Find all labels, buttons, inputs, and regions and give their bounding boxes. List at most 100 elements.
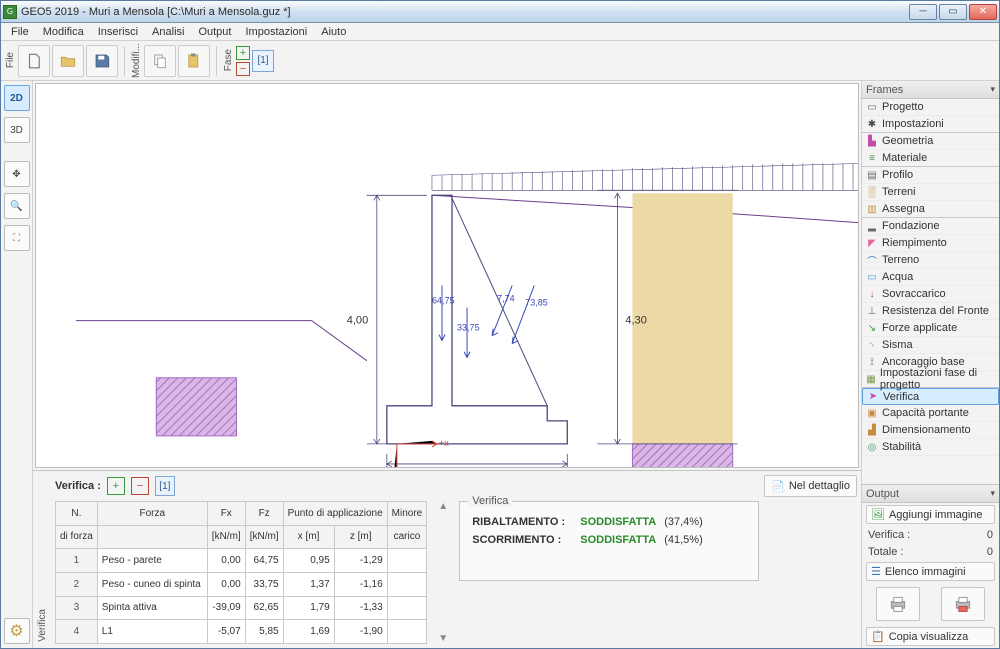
forces-table: N. Forza Fx Fz Punto di applicazione Min…: [55, 501, 427, 644]
modify-group-label: Modifi...: [131, 41, 142, 80]
frame-label: Forze applicate: [882, 322, 957, 334]
frames-header[interactable]: Frames▾: [862, 81, 999, 99]
frame-icon: ⌒: [866, 254, 878, 266]
phase-1-button[interactable]: [1]: [252, 50, 274, 72]
frame-item-sovraccarico[interactable]: ↓Sovraccarico: [862, 286, 999, 303]
frame-item-forze-applicate[interactable]: ↘Forze applicate: [862, 320, 999, 337]
frame-item-impostazioni[interactable]: ✱Impostazioni: [862, 116, 999, 133]
menu-impostazioni[interactable]: Impostazioni: [239, 25, 313, 39]
table-scroll-down[interactable]: ▼: [438, 633, 448, 644]
copy-view-button[interactable]: 📋Copia visualizza: [866, 627, 995, 646]
menu-inserisci[interactable]: Inserisci: [92, 25, 144, 39]
fit-button[interactable]: ⛶: [4, 225, 30, 251]
frame-icon: ▤: [866, 169, 878, 181]
menu-file[interactable]: File: [5, 25, 35, 39]
menu-aiuto[interactable]: Aiuto: [315, 25, 352, 39]
frame-item-assegna[interactable]: ▥ Assegna: [862, 201, 999, 218]
save-file-button[interactable]: [86, 45, 118, 77]
drawing-canvas[interactable]: 4,00 4,30 2,50 64,75 33,75 7,74 73,85: [35, 83, 859, 468]
verify-phase-1-button[interactable]: [1]: [155, 476, 175, 496]
verify-label: Verifica :: [55, 480, 101, 492]
frame-label: Resistenza del Fronte: [882, 305, 989, 317]
remove-phase-button[interactable]: −: [236, 62, 250, 76]
window-title: GEO5 2019 - Muri a Mensola [C:\Muri a Me…: [21, 6, 909, 18]
output-header[interactable]: Output▾: [862, 485, 999, 503]
frame-item-impostazioni-fase-di-progetto[interactable]: ▦Impostazioni fase di progetto: [862, 371, 999, 388]
frame-icon: ✱: [866, 118, 878, 130]
force-label-4: 73,85: [525, 298, 548, 308]
frame-icon: ▥: [866, 203, 878, 215]
add-image-button[interactable]: 🖼Aggiungi immagine: [866, 505, 995, 524]
print-button-1[interactable]: [876, 587, 920, 621]
zoom-button[interactable]: 🔍: [4, 193, 30, 219]
frame-label: Terreno: [882, 254, 919, 266]
menu-analisi[interactable]: Analisi: [146, 25, 190, 39]
frame-label: Materiale: [882, 152, 927, 164]
frame-item-geometria[interactable]: ▙Geometria: [862, 133, 999, 150]
frame-item-profilo[interactable]: ▤ Profilo: [862, 167, 999, 184]
frame-label: Acqua: [882, 271, 913, 283]
copy-button[interactable]: [144, 45, 176, 77]
view-2d-button[interactable]: 2D: [4, 85, 30, 111]
new-file-button[interactable]: [18, 45, 50, 77]
frame-icon: ▦: [866, 373, 876, 385]
frame-label: Profilo: [882, 169, 913, 181]
print-button-2[interactable]: [941, 587, 985, 621]
table-row[interactable]: 4L1-5,075,851,69-1,90: [56, 620, 427, 644]
detail-button[interactable]: 📄Nel dettaglio: [764, 475, 857, 497]
bottom-panel: Verifica Verifica : + − [1] 📄Nel dettagl…: [33, 470, 861, 648]
frame-label: Verifica: [883, 391, 919, 403]
table-row[interactable]: 1Peso - parete0,0064,750,95-1,29: [56, 549, 427, 573]
frame-icon: ▭: [866, 101, 878, 113]
close-button[interactable]: ✕: [969, 4, 997, 20]
minimize-button[interactable]: ─: [909, 4, 937, 20]
table-scroll-up[interactable]: ▲: [438, 501, 448, 512]
menu-bar: File Modifica Inserisci Analisi Output I…: [1, 23, 999, 41]
frame-icon: ▂: [866, 220, 878, 232]
frame-label: Dimensionamento: [882, 424, 971, 436]
maximize-button[interactable]: ▭: [939, 4, 967, 20]
frame-icon: ⟟: [866, 356, 878, 368]
frame-label: Assegna: [882, 203, 925, 215]
frame-label: Capacità portante: [882, 407, 969, 419]
frame-item-terreni[interactable]: ▒Terreni: [862, 184, 999, 201]
frame-item-progetto[interactable]: ▭Progetto: [862, 99, 999, 116]
frame-item-capacit-portante[interactable]: ▣Capacità portante: [862, 405, 999, 422]
frame-item-dimensionamento[interactable]: ▟ Dimensionamento: [862, 422, 999, 439]
dim-left-height: 4,00: [347, 315, 368, 327]
frame-icon: ◎: [866, 441, 878, 453]
main-toolbar: File Modifi... Fase + − [1]: [1, 41, 999, 81]
right-panel: Frames▾ ▭Progetto✱Impostazioni▙Geometria…: [861, 81, 999, 648]
paste-button[interactable]: [178, 45, 210, 77]
frame-item-materiale[interactable]: ≡Materiale: [862, 150, 999, 167]
settings-gear-button[interactable]: ⚙: [4, 618, 30, 644]
add-phase-button[interactable]: +: [236, 46, 250, 60]
frame-item-fondazione[interactable]: ▂Fondazione: [862, 218, 999, 235]
frame-icon: ▙: [866, 135, 878, 147]
menu-modifica[interactable]: Modifica: [37, 25, 90, 39]
frame-item-acqua[interactable]: ▭ Acqua: [862, 269, 999, 286]
frame-icon: ◤: [866, 237, 878, 249]
frame-icon: ▟: [866, 424, 878, 436]
remove-verify-button[interactable]: −: [131, 477, 149, 495]
menu-output[interactable]: Output: [192, 25, 237, 39]
frame-item-terreno[interactable]: ⌒ Terreno: [862, 252, 999, 269]
add-verify-button[interactable]: +: [107, 477, 125, 495]
frame-item-stabilit-[interactable]: ◎ Stabilità: [862, 439, 999, 456]
frame-label: Terreni: [882, 186, 916, 198]
frame-item-resistenza-del-fronte[interactable]: ⊥Resistenza del Fronte: [862, 303, 999, 320]
title-bar: G GEO5 2019 - Muri a Mensola [C:\Muri a …: [1, 1, 999, 23]
file-group-label: File: [5, 50, 16, 70]
frame-icon: ↓: [866, 288, 878, 300]
pan-button[interactable]: ✥: [4, 161, 30, 187]
frame-icon: ▭: [866, 271, 878, 283]
frame-item-sisma[interactable]: ␊Sisma: [862, 337, 999, 354]
bottom-tab-label: Verifica: [33, 471, 51, 648]
view-3d-button[interactable]: 3D: [4, 117, 30, 143]
table-row[interactable]: 3Spinta attiva-39,0962,651,79-1,33: [56, 596, 427, 620]
table-row[interactable]: 2Peso - cuneo di spinta0,0033,751,37-1,1…: [56, 572, 427, 596]
open-file-button[interactable]: [52, 45, 84, 77]
image-list-button[interactable]: ☰Elenco immagini: [866, 562, 995, 581]
frame-item-riempimento[interactable]: ◤Riempimento: [862, 235, 999, 252]
frame-label: Stabilità: [882, 441, 921, 453]
